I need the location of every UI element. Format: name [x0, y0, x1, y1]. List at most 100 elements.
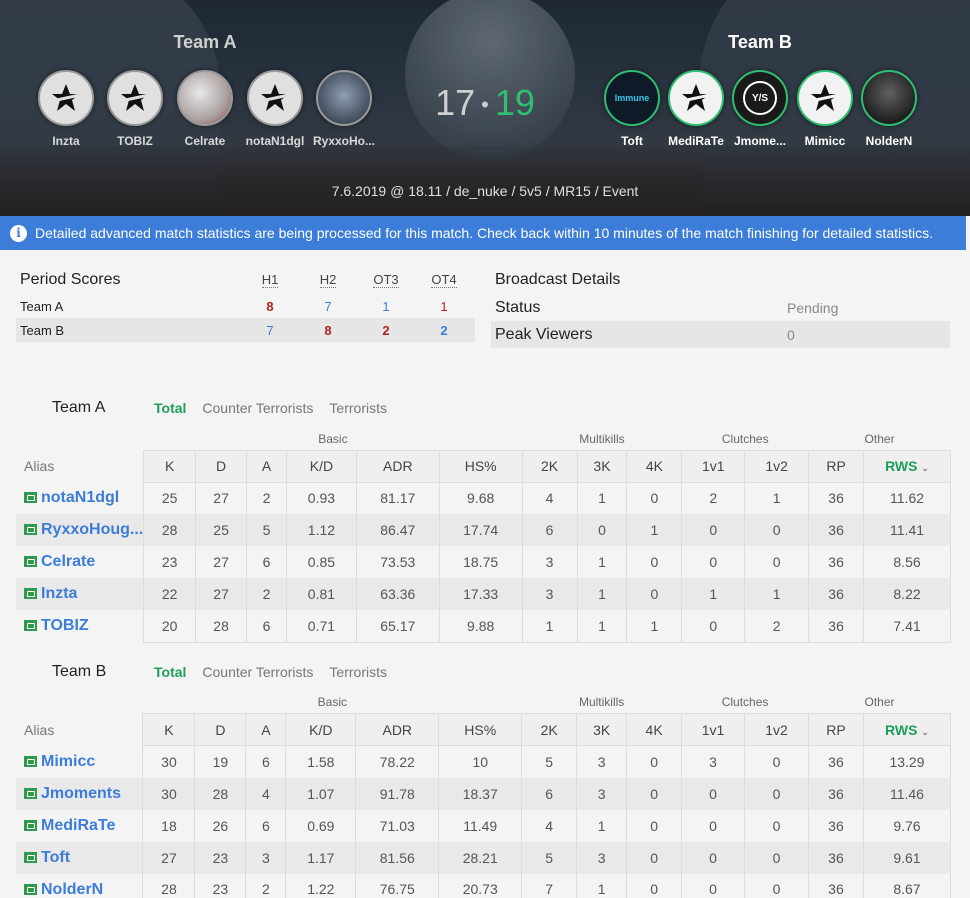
col-2k[interactable]: 2K [521, 713, 578, 746]
table-row: NolderN 28 23 2 1.22 76.75 20.73 7 1 0 0 0 36 8.67 [16, 873, 952, 898]
broadcast-viewers-value: 0 [787, 326, 795, 343]
sort-caret-icon: ⌄ [921, 726, 929, 737]
team-a-rows: notaN1dgl 25 27 2 0.93 81.17 9.68 4 1 0 2 1 36 11.62 R… [16, 482, 951, 643]
stat-cell: 0.85 [285, 546, 357, 578]
col-rp[interactable]: RP [807, 713, 864, 746]
stat-cell: 26 [194, 809, 247, 842]
stat-cell: 1.12 [285, 514, 357, 546]
stat-cell: 8.22 [863, 578, 951, 610]
player-alias-link[interactable]: NolderN [16, 874, 143, 898]
period-score: 1 [382, 298, 390, 314]
column-headers: Alias K D A K/D ADR HS% 2K 3K 4K 1v1 1v2… [16, 449, 951, 483]
col-kd[interactable]: K/D [285, 449, 357, 483]
col-d[interactable]: D [195, 449, 248, 483]
tab-counter-terrorists[interactable]: Counter Terrorists [202, 400, 313, 416]
period-score: 1 [440, 298, 448, 314]
stat-cell: 1 [576, 610, 628, 643]
player-alias-link[interactable]: TOBIZ [16, 610, 144, 642]
col-4k[interactable]: 4K [626, 713, 683, 746]
col-k[interactable]: K [143, 449, 197, 483]
stat-cell: 2 [246, 482, 287, 514]
col-a[interactable]: A [246, 449, 287, 483]
col-alias[interactable]: Alias [16, 450, 144, 482]
player-avatar-photo [316, 70, 372, 126]
column-groups: Basic Multikills Clutches Other [16, 692, 951, 714]
player-alias-link[interactable]: Jmoments [16, 777, 143, 810]
team-a-name[interactable]: Team A [105, 32, 305, 53]
stat-cell: 0.81 [285, 578, 357, 610]
tab-terrorists[interactable]: Terrorists [329, 400, 387, 416]
tab-total[interactable]: Total [154, 400, 186, 416]
score-team-a: 17 [435, 82, 476, 123]
col-1v1[interactable]: 1v1 [681, 449, 746, 483]
col-4k[interactable]: 4K [626, 449, 683, 483]
col-1v1[interactable]: 1v1 [681, 713, 746, 746]
stat-cell: 36 [808, 610, 865, 643]
stat-cell: 0 [626, 841, 683, 874]
stat-cell: 81.17 [355, 482, 440, 514]
col-1v2[interactable]: 1v2 [744, 713, 809, 746]
col-adr[interactable]: ADR [355, 713, 440, 746]
player-alias-link[interactable]: Mimicc [16, 746, 143, 778]
table-row: RyxxoHoug... 28 25 5 1.12 86.47 17.74 6 0 1 0 0 36 11… [16, 514, 951, 546]
team-b-name[interactable]: Team B [660, 32, 860, 53]
player-alias-link[interactable]: Toft [16, 841, 143, 874]
team-a-stats-title: Team A [52, 399, 106, 416]
player-alias-link[interactable]: MediRaTe [16, 810, 143, 842]
col-kd[interactable]: K/D [285, 713, 357, 746]
col-alias[interactable]: Alias [16, 713, 143, 746]
stat-cell: 6 [246, 610, 287, 643]
col-hs[interactable]: HS% [438, 713, 523, 746]
col-k[interactable]: K [142, 713, 196, 746]
player-alias-link[interactable]: notaN1dgl [16, 482, 144, 514]
stat-cell: 36 [808, 482, 865, 514]
col-3k[interactable]: 3K [576, 449, 628, 483]
match-header: Team A Team B Inzta TOBIZ Celrate notaN1… [0, 0, 970, 216]
stat-cell: 0 [681, 610, 746, 643]
stat-cell: 17.74 [438, 514, 523, 546]
team-b-player[interactable]: Mimicc [791, 70, 859, 148]
col-a[interactable]: A [245, 713, 287, 746]
team-a-tabs: Team A Total Counter Terrorists Terroris… [0, 388, 970, 428]
col-rws[interactable]: RWS ⌄ [863, 449, 951, 483]
col-rp[interactable]: RP [808, 449, 865, 483]
stat-cell: 8.56 [863, 546, 951, 578]
stat-cell: 1.22 [285, 873, 357, 898]
tab-total[interactable]: Total [154, 664, 186, 680]
player-alias-link[interactable]: Celrate [16, 546, 144, 578]
period-score: 7 [324, 298, 332, 314]
col-2k[interactable]: 2K [521, 449, 578, 483]
period-title: Period Scores [20, 271, 121, 288]
stat-cell: 0 [681, 873, 746, 898]
tab-terrorists[interactable]: Terrorists [329, 664, 387, 680]
period-score: 7 [266, 322, 274, 338]
player-alias-link[interactable]: Inzta [16, 578, 144, 610]
col-d[interactable]: D [194, 713, 247, 746]
team-b-player[interactable]: Y/S Jmome... [726, 70, 794, 148]
col-3k[interactable]: 3K [576, 713, 628, 746]
stat-cell: 4 [521, 482, 578, 514]
col-rws[interactable]: RWS ⌄ [862, 713, 952, 746]
team-b-player[interactable]: NolderN [855, 70, 923, 148]
team-a-player[interactable]: TOBIZ [101, 70, 169, 148]
tab-counter-terrorists[interactable]: Counter Terrorists [202, 664, 313, 680]
col-1v2[interactable]: 1v2 [744, 449, 810, 483]
team-a-player[interactable]: RyxxoHo... [310, 70, 378, 148]
team-a-player[interactable]: Inzta [32, 70, 100, 148]
player-name: Mimicc [804, 134, 846, 148]
player-name: TOBIZ [117, 134, 153, 148]
stat-cell: 1 [681, 578, 746, 610]
col-hs[interactable]: HS% [438, 449, 523, 483]
team-b-player[interactable]: Immune Toft [598, 70, 666, 148]
stat-cell: 28 [143, 514, 197, 546]
team-a-player[interactable]: Celrate [171, 70, 239, 148]
col-adr[interactable]: ADR [355, 449, 440, 483]
period-col-h2: H2 [319, 272, 337, 288]
team-b-player[interactable]: MediRaTe [662, 70, 730, 148]
player-alias: notaN1dgl [41, 489, 120, 506]
period-team-name: Team A [20, 298, 64, 314]
period-col-ot4: OT4 [431, 272, 457, 288]
stat-cell: 9.61 [862, 841, 952, 874]
player-alias-link[interactable]: RyxxoHoug... [16, 514, 144, 546]
team-a-player[interactable]: notaN1dgl [241, 70, 309, 148]
